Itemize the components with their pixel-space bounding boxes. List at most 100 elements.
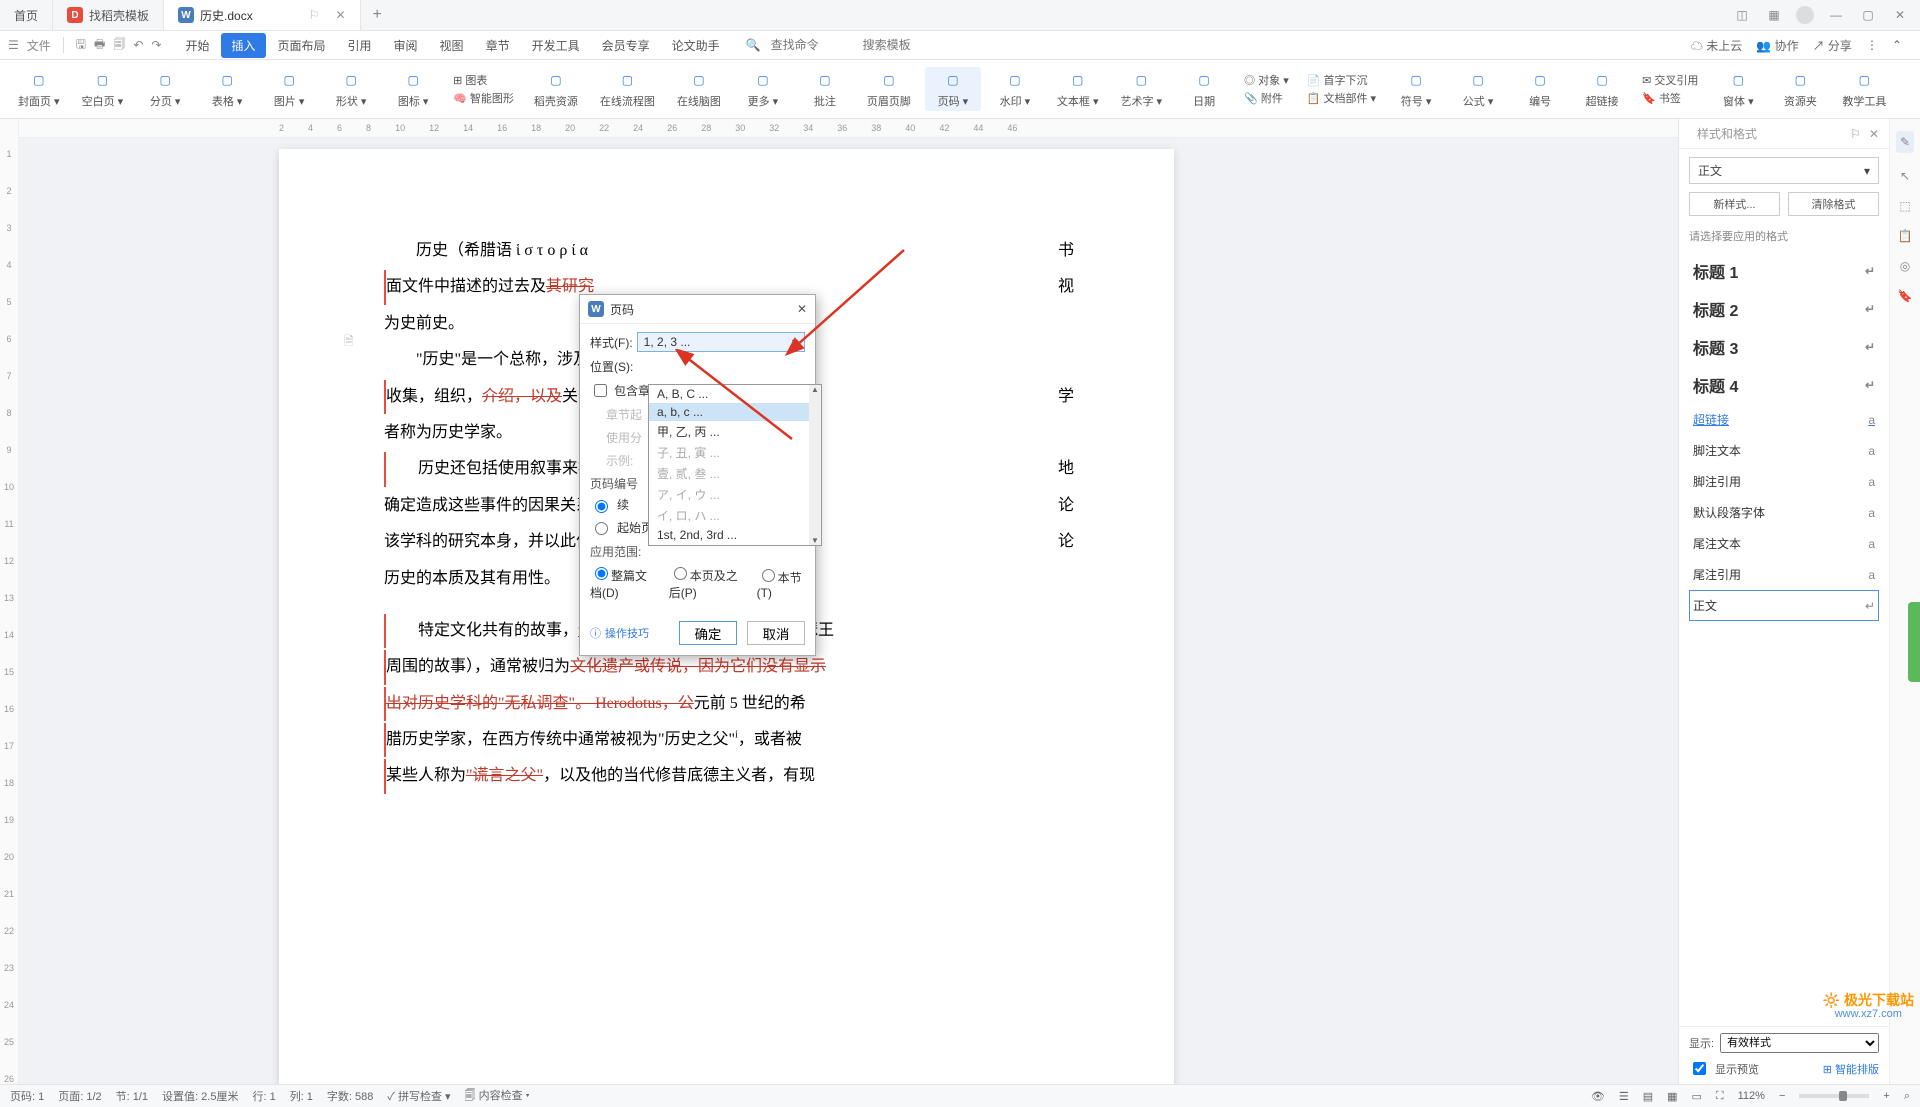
bookmark-icon[interactable]: 🔖: [1898, 289, 1913, 303]
ribbon-stack[interactable]: ✉ 交叉引用🔖 书签: [1636, 70, 1704, 108]
smart-layout-link[interactable]: ⊞ 智能排版: [1823, 1061, 1879, 1077]
menutab-view[interactable]: 视图: [430, 33, 474, 58]
user-avatar-icon[interactable]: [1796, 6, 1814, 24]
ribbon-在线流程图[interactable]: ▢在线流程图: [592, 67, 663, 111]
document-area[interactable]: 2468101214161820222426283032343638404244…: [19, 119, 1678, 1084]
status-section[interactable]: 节: 1/1: [116, 1088, 148, 1104]
style-item[interactable]: 标题 4↵: [1689, 366, 1879, 404]
include-chapter-checkbox[interactable]: [594, 384, 607, 397]
radio-start[interactable]: [595, 522, 608, 535]
menutab-insert[interactable]: 插入: [221, 33, 265, 58]
preview-icon[interactable]: 🗐: [113, 35, 125, 56]
style-combobox[interactable]: 1, 2, 3 ... ▾: [637, 332, 805, 352]
menutab-devtools[interactable]: 开发工具: [522, 33, 590, 58]
collapse-ribbon-icon[interactable]: ⌃: [1892, 38, 1902, 52]
undo-icon[interactable]: ↶: [133, 38, 143, 52]
ok-button[interactable]: 确定: [679, 621, 737, 645]
print-icon[interactable]: 🖶: [94, 35, 105, 56]
minimize-button[interactable]: —: [1826, 8, 1846, 22]
ribbon-stack[interactable]: 📄 首字下沉📋 文档部件 ▾: [1301, 70, 1382, 108]
style-option[interactable]: A, B, C ...: [649, 385, 821, 403]
ribbon-分页[interactable]: ▢分页 ▾: [137, 67, 193, 111]
style-option[interactable]: a, b, c ...: [649, 403, 821, 421]
select-icon[interactable]: ⬚: [1899, 199, 1910, 213]
ribbon-教学工具[interactable]: ▢教学工具: [1834, 67, 1894, 111]
style-option[interactable]: 壹, 贰, 叁 ...: [649, 463, 821, 484]
dialog-close-icon[interactable]: ✕: [797, 302, 807, 316]
clipboard-icon[interactable]: 📋: [1898, 229, 1913, 243]
menutab-thesis[interactable]: 论文助手: [662, 33, 730, 58]
zoom-fit-icon[interactable]: ⌕: [1904, 1090, 1910, 1103]
ribbon-窗体[interactable]: ▢窗体 ▾: [1710, 67, 1766, 111]
ribbon-公式[interactable]: ▢公式 ▾: [1450, 67, 1506, 111]
status-pages[interactable]: 页面: 1/2: [58, 1088, 101, 1104]
style-item[interactable]: 脚注文本a: [1689, 435, 1879, 466]
location-icon[interactable]: ◎: [1900, 259, 1910, 273]
status-words[interactable]: 字数: 588: [327, 1088, 373, 1104]
ribbon-更多[interactable]: ▢更多 ▾: [735, 67, 791, 111]
tips-link[interactable]: ⓘ 操作技巧: [590, 625, 649, 641]
cloud-status[interactable]: ☁ 未上云: [1691, 37, 1742, 54]
ribbon-形状[interactable]: ▢形状 ▾: [323, 67, 379, 111]
style-item[interactable]: 标题 1↵: [1689, 252, 1879, 290]
style-item[interactable]: 尾注文本a: [1689, 528, 1879, 559]
ribbon-批注[interactable]: ▢批注: [797, 67, 853, 111]
ribbon-stack[interactable]: ◎ 对象 ▾📎 附件: [1238, 70, 1295, 108]
view-mode-4-icon[interactable]: ▭: [1692, 1090, 1702, 1103]
style-item[interactable]: 超链接a: [1689, 404, 1879, 435]
save-icon[interactable]: 🖫: [76, 35, 86, 56]
menutab-start[interactable]: 开始: [175, 33, 219, 58]
search-cmd-input[interactable]: [769, 37, 853, 53]
ribbon-稻壳资源[interactable]: ▢稻壳资源: [526, 67, 586, 111]
tab-home[interactable]: 首页: [0, 0, 53, 30]
style-dropdown[interactable]: A, B, C ...a, b, c ...甲, 乙, 丙 ...子, 丑, 寅…: [648, 384, 822, 546]
tab-template[interactable]: D 找稻壳模板: [53, 0, 164, 30]
maximize-button[interactable]: ▢: [1858, 8, 1878, 22]
status-page[interactable]: 页码: 1: [10, 1088, 44, 1104]
menutab-layout[interactable]: 页面布局: [268, 33, 336, 58]
redo-icon[interactable]: ↷: [151, 38, 161, 52]
status-content[interactable]: 🗐 内容检查 ▾: [465, 1087, 530, 1106]
style-option[interactable]: One, Two, Three ...: [649, 544, 821, 546]
status-row[interactable]: 行: 1: [252, 1088, 275, 1104]
menutab-review[interactable]: 审阅: [384, 33, 428, 58]
style-item[interactable]: 尾注引用a: [1689, 559, 1879, 590]
dropdown-scrollbar[interactable]: [809, 385, 821, 545]
ribbon-图片[interactable]: ▢图片 ▾: [261, 67, 317, 111]
style-option[interactable]: 1st, 2nd, 3rd ...: [649, 526, 821, 544]
radio-scope-after[interactable]: [674, 567, 687, 580]
ribbon-符号[interactable]: ▢符号 ▾: [1388, 67, 1444, 111]
cancel-button[interactable]: 取消: [747, 621, 805, 645]
view-eye-icon[interactable]: 👁: [1591, 1090, 1605, 1103]
ribbon-图标[interactable]: ▢图标 ▾: [385, 67, 441, 111]
view-mode-3-icon[interactable]: ▦: [1667, 1090, 1677, 1103]
pencil-icon[interactable]: ✎: [1896, 131, 1914, 153]
style-item[interactable]: 标题 3↵: [1689, 328, 1879, 366]
style-item[interactable]: 正文↵: [1689, 590, 1879, 621]
more-icon[interactable]: ⋮: [1866, 38, 1878, 52]
menutab-reference[interactable]: 引用: [338, 33, 382, 58]
tab-document[interactable]: W 历史.docx ⚐ ✕: [164, 0, 361, 30]
zoom-out-icon[interactable]: −: [1779, 1090, 1785, 1102]
zoom-in-icon[interactable]: +: [1883, 1090, 1889, 1102]
status-spell[interactable]: ✓ 拼写检查 ▾: [387, 1088, 450, 1104]
ribbon-表格[interactable]: ▢表格 ▾: [199, 67, 255, 111]
search-cmd-icon[interactable]: 🔍: [746, 38, 761, 52]
zoom-value[interactable]: 112%: [1738, 1090, 1765, 1102]
ribbon-编号[interactable]: ▢编号: [1512, 67, 1568, 111]
new-style-button[interactable]: 新样式...: [1689, 192, 1780, 216]
tab-close-icon[interactable]: ✕: [335, 8, 345, 22]
radio-scope-section[interactable]: [762, 569, 775, 582]
show-filter-select[interactable]: 有效样式: [1720, 1033, 1879, 1053]
apps-icon[interactable]: ▦: [1764, 8, 1784, 22]
menutab-member[interactable]: 会员专享: [592, 33, 660, 58]
pin-icon[interactable]: ⚐: [309, 8, 320, 22]
layout-icon[interactable]: ◫: [1732, 8, 1752, 22]
style-item[interactable]: 默认段落字体a: [1689, 497, 1879, 528]
ribbon-文本框[interactable]: ▢文本框 ▾: [1049, 67, 1107, 111]
menu-icon[interactable]: ☰: [8, 38, 19, 52]
ribbon-页码[interactable]: ▢页码 ▾: [925, 67, 981, 111]
ribbon-页眉页脚[interactable]: ▢页眉页脚: [859, 67, 919, 111]
ribbon-资源夹[interactable]: ▢资源夹: [1772, 67, 1828, 111]
dialog-titlebar[interactable]: W 页码 ✕: [580, 295, 815, 324]
